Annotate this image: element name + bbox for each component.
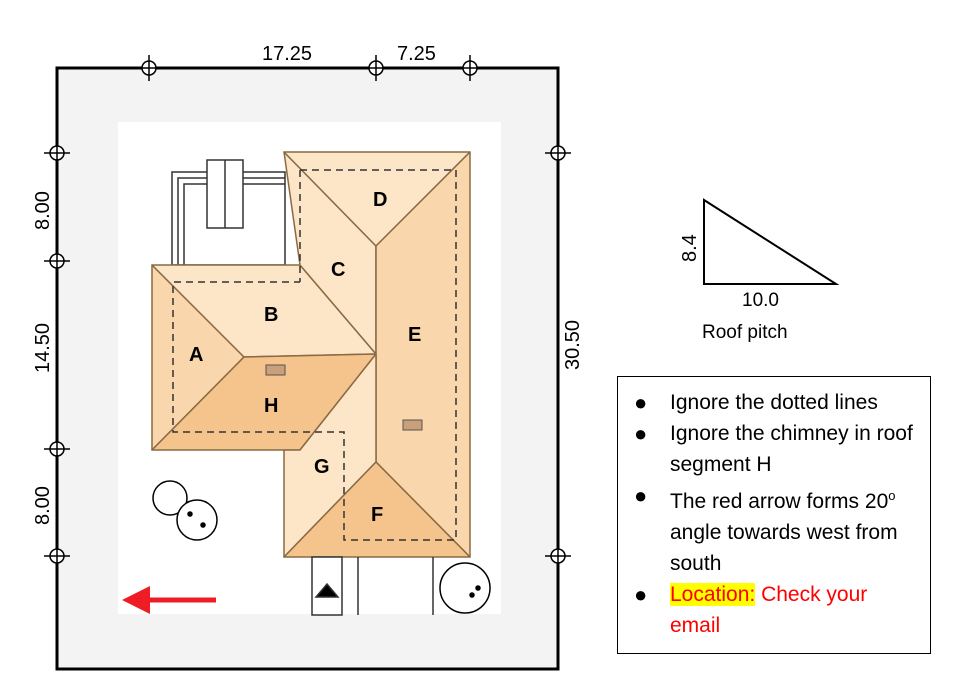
pitch-caption: Roof pitch [702, 322, 788, 343]
note-text: The red arrow forms 20 [670, 490, 889, 513]
label-segment-h: H [264, 395, 278, 417]
terrace [171, 159, 286, 266]
dim-top-right: 7.25 [397, 43, 436, 65]
dim-left-top: 8.00 [32, 191, 54, 230]
bullet-icon: ● [634, 390, 648, 415]
note-text: Ignore the chimney in roof segment H [670, 422, 913, 476]
label-segment-d: D [373, 189, 387, 211]
dim-left-mid: 14.50 [32, 323, 54, 373]
pitch-rise: 8.4 [679, 234, 701, 262]
label-segment-a: A [189, 344, 203, 366]
label-segment-e: E [408, 324, 421, 346]
chimney-e [402, 419, 423, 431]
dim-top-left: 17.25 [262, 43, 312, 65]
bullet-icon: ● [634, 483, 648, 508]
location-label: Location: [670, 583, 756, 606]
dim-left-bottom: 8.00 [32, 486, 54, 525]
note-item: ● Ignore the chimney in roof segment H [634, 418, 922, 480]
degree-sup: o [888, 488, 896, 503]
dim-right: 30.50 [562, 320, 584, 370]
pitch-run: 10.0 [742, 290, 779, 311]
note-text: angle towards west from south [670, 521, 898, 575]
label-segment-g: G [314, 456, 330, 478]
bullet-icon: ● [634, 582, 648, 607]
note-item: ● The red arrow forms 20o angle towards w… [634, 480, 922, 579]
label-segment-f: F [371, 504, 383, 526]
bullet-icon: ● [634, 421, 648, 446]
note-item: ● Ignore the dotted lines [634, 387, 922, 418]
tree-icon [439, 562, 491, 614]
label-segment-c: C [331, 259, 345, 281]
label-segment-b: B [264, 304, 278, 326]
chimney-h [265, 364, 286, 376]
notes-box: ● Ignore the dotted lines ● Ignore the chi… [617, 376, 931, 654]
note-text: Ignore the dotted lines [670, 391, 878, 414]
note-item: ● Location: Check your email [634, 579, 922, 641]
pitch-triangle [703, 198, 840, 285]
